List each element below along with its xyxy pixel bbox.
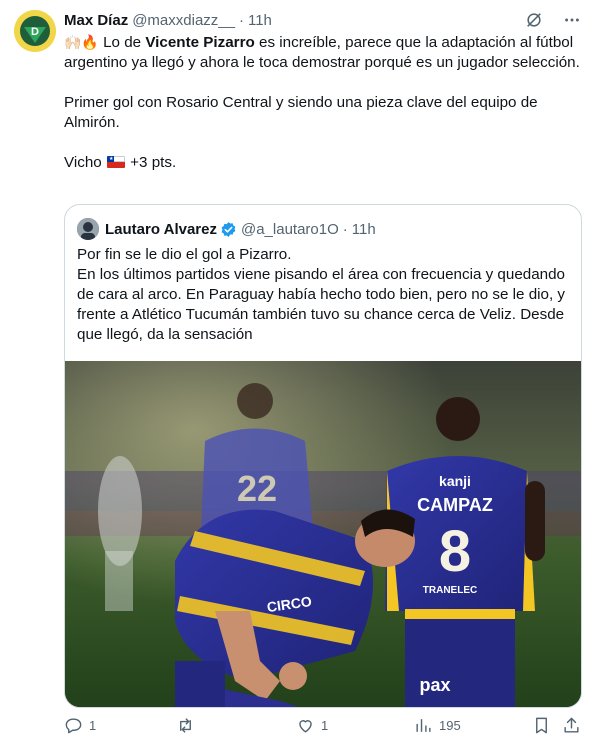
views-icon — [416, 719, 431, 732]
grok-icon[interactable] — [524, 10, 544, 30]
player-back-number: 8 — [439, 519, 471, 584]
heart-icon — [299, 720, 312, 733]
background-jersey-number: 22 — [237, 468, 277, 509]
quoted-line-1: Por fin se le dio el gol a Pizarro. — [77, 246, 292, 263]
quoted-tweet-photo[interactable]: 22 kanji CAMPAZ 8 TRANELEC pax CIRCO — [65, 361, 581, 707]
shorts-sponsor: pax — [419, 675, 450, 695]
tweet-actions: 1 1 195 — [64, 716, 584, 740]
quoted-tweet-header: Lautaro Alvarez @a_lautaro1O · 11h — [77, 217, 376, 241]
reply-button[interactable]: 1 — [64, 716, 96, 735]
tweet[interactable]: D Max Díaz @maxxdiazz__ · 11h 🙌🏻🔥 Lo de … — [0, 0, 596, 749]
like-count: 1 — [321, 718, 329, 733]
quoted-author-avatar[interactable] — [77, 218, 99, 240]
quoted-author-handle[interactable]: @a_lautaro1O — [241, 221, 339, 238]
separator-dot: · — [342, 220, 348, 238]
jersey-sponsor-right: kanji — [439, 473, 471, 489]
share-button[interactable] — [562, 716, 581, 735]
quoted-line-2: En los últimos partidos viene pisando el… — [77, 266, 566, 343]
tweet-paragraph-2: Primer gol con Rosario Central y siendo … — [64, 94, 538, 131]
author-name[interactable]: Max Díaz — [64, 12, 128, 29]
views-button[interactable]: 195 — [414, 716, 461, 735]
bookmark-button[interactable] — [532, 716, 551, 735]
tweet-text: 🙌🏻🔥 Lo de Vicente Pizarro es increíble, … — [64, 32, 584, 193]
share-icon — [564, 717, 579, 733]
jersey-brand: TRANELEC — [423, 585, 477, 596]
views-count: 195 — [439, 718, 461, 733]
tweet-time[interactable]: 11h — [248, 12, 272, 29]
reply-icon — [65, 718, 82, 734]
tweet-paragraph-3: Vicho ★ +3 pts. — [64, 154, 177, 171]
verified-badge-icon — [220, 221, 237, 238]
chile-flag-icon: ★ — [106, 156, 125, 168]
bookmark-icon — [536, 717, 547, 734]
like-button[interactable]: 1 — [296, 716, 328, 735]
svg-text:D: D — [31, 26, 39, 38]
separator-dot: · — [238, 11, 244, 29]
raised-hands-fire-emoji: 🙌🏻🔥 — [64, 34, 99, 50]
mentioned-player: Vicente Pizarro — [145, 34, 255, 51]
author-avatar[interactable]: D — [14, 10, 56, 52]
quoted-author-name[interactable]: Lautaro Alvarez — [105, 221, 217, 238]
retweet-icon — [180, 718, 191, 733]
author-handle[interactable]: @maxxdiazz__ — [132, 12, 235, 29]
quoted-tweet-time[interactable]: 11h — [352, 221, 376, 238]
quoted-tweet-text: Por fin se le dio el gol a Pizarro. En l… — [77, 245, 573, 345]
retweet-button[interactable] — [176, 716, 201, 735]
more-options-icon[interactable] — [562, 10, 582, 30]
tweet-header: Max Díaz @maxxdiazz__ · 11h — [64, 10, 582, 30]
reply-count: 1 — [89, 718, 97, 733]
player-back-name: CAMPAZ — [417, 495, 493, 515]
quoted-tweet[interactable]: Lautaro Alvarez @a_lautaro1O · 11h Por f… — [64, 204, 582, 708]
